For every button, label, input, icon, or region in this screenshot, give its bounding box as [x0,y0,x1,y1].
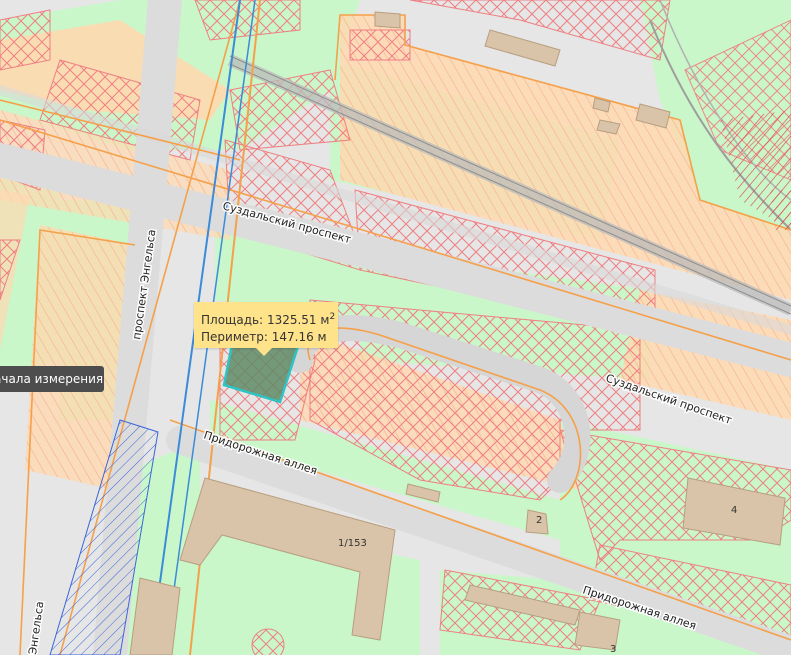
area-row: Площадь: 1325.51 м2 [201,309,338,329]
area-label: Площадь: [201,313,264,327]
house-number-3: 3 [610,644,616,655]
area-unit-exponent: 2 [329,312,336,322]
measure-start-hint: ачала измерения [0,366,104,392]
perimeter-label: Периметр: [201,330,268,344]
house-number-1-153: 1/153 [338,538,367,549]
area-value: 1325.51 м [266,313,330,327]
round-plot [251,628,285,655]
map-view[interactable]: Суздальский проспект Суздальский проспек… [0,0,791,655]
measure-start-hint-text: ачала измерения [0,372,104,386]
house-number-4: 4 [731,505,737,516]
house-number-2: 2 [536,515,542,526]
measurement-tooltip: Площадь: 1325.51 м2 Периметр: 147.16 м [194,302,338,356]
map-canvas[interactable]: Суздальский проспект Суздальский проспек… [0,0,791,655]
perimeter-row: Периметр: 147.16 м [201,329,338,346]
perimeter-value: 147.16 м [271,330,327,344]
